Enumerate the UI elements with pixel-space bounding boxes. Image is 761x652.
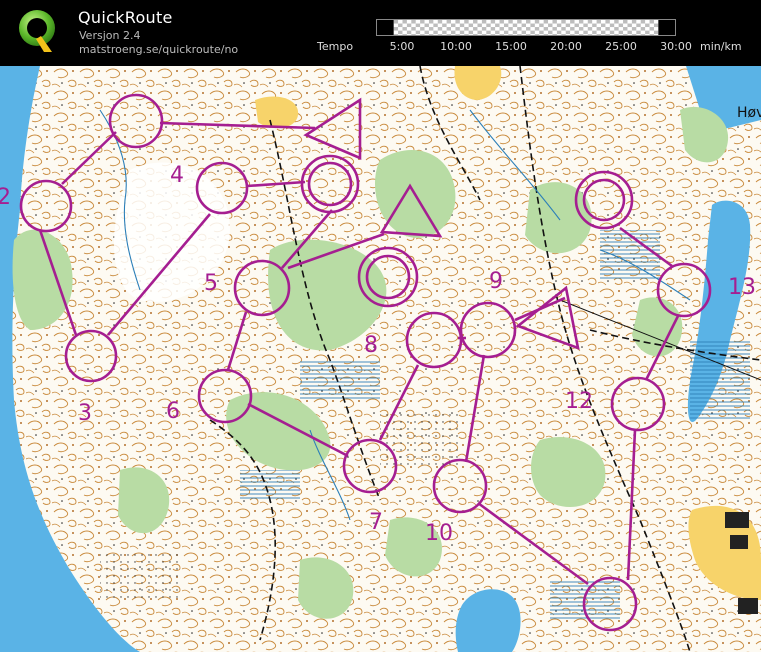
control-number: 8 bbox=[364, 333, 378, 358]
quickroute-window: QuickRoute Versjon 2.4 matstroeng.se/qui… bbox=[0, 0, 761, 652]
app-version: Versjon 2.4 bbox=[79, 29, 141, 42]
control-number: 9 bbox=[489, 269, 503, 294]
tempo-tick: 10:00 bbox=[440, 40, 472, 53]
control-number: 4 bbox=[170, 163, 184, 188]
control-number: 12 bbox=[565, 389, 593, 414]
tempo-tick: 5:00 bbox=[389, 40, 415, 53]
tempo-label: Tempo bbox=[317, 40, 354, 53]
tempo-tick: 20:00 bbox=[550, 40, 582, 53]
control-number: 5 bbox=[204, 271, 218, 296]
tempo-tick: 25:00 bbox=[605, 40, 637, 53]
control-number: 2 bbox=[0, 185, 11, 210]
app-title: QuickRoute bbox=[78, 8, 173, 27]
place-label: Høv bbox=[737, 105, 761, 121]
control-number: 7 bbox=[369, 510, 383, 535]
control-number: 10 bbox=[425, 521, 453, 546]
tempo-unit: min/km bbox=[700, 40, 742, 53]
app-url: matstroeng.se/quickroute/no bbox=[79, 43, 239, 56]
quickroute-logo-icon bbox=[19, 10, 55, 52]
tempo-tick: 30:00 bbox=[660, 40, 692, 53]
control-number: 3 bbox=[78, 401, 92, 426]
tempo-tick: 15:00 bbox=[495, 40, 527, 53]
stony-ground bbox=[100, 550, 180, 600]
control-number: 13 bbox=[728, 275, 756, 300]
tempo-scale-bar bbox=[376, 19, 676, 36]
header-bar: QuickRoute Versjon 2.4 matstroeng.se/qui… bbox=[0, 0, 761, 66]
orienteering-map[interactable]: 2 3 4 5 6 7 8 9 10 12 13 Høv bbox=[0, 66, 761, 652]
map-canvas[interactable]: 2 3 4 5 6 7 8 9 10 12 13 Høv bbox=[0, 66, 761, 652]
control-number: 6 bbox=[166, 399, 180, 424]
